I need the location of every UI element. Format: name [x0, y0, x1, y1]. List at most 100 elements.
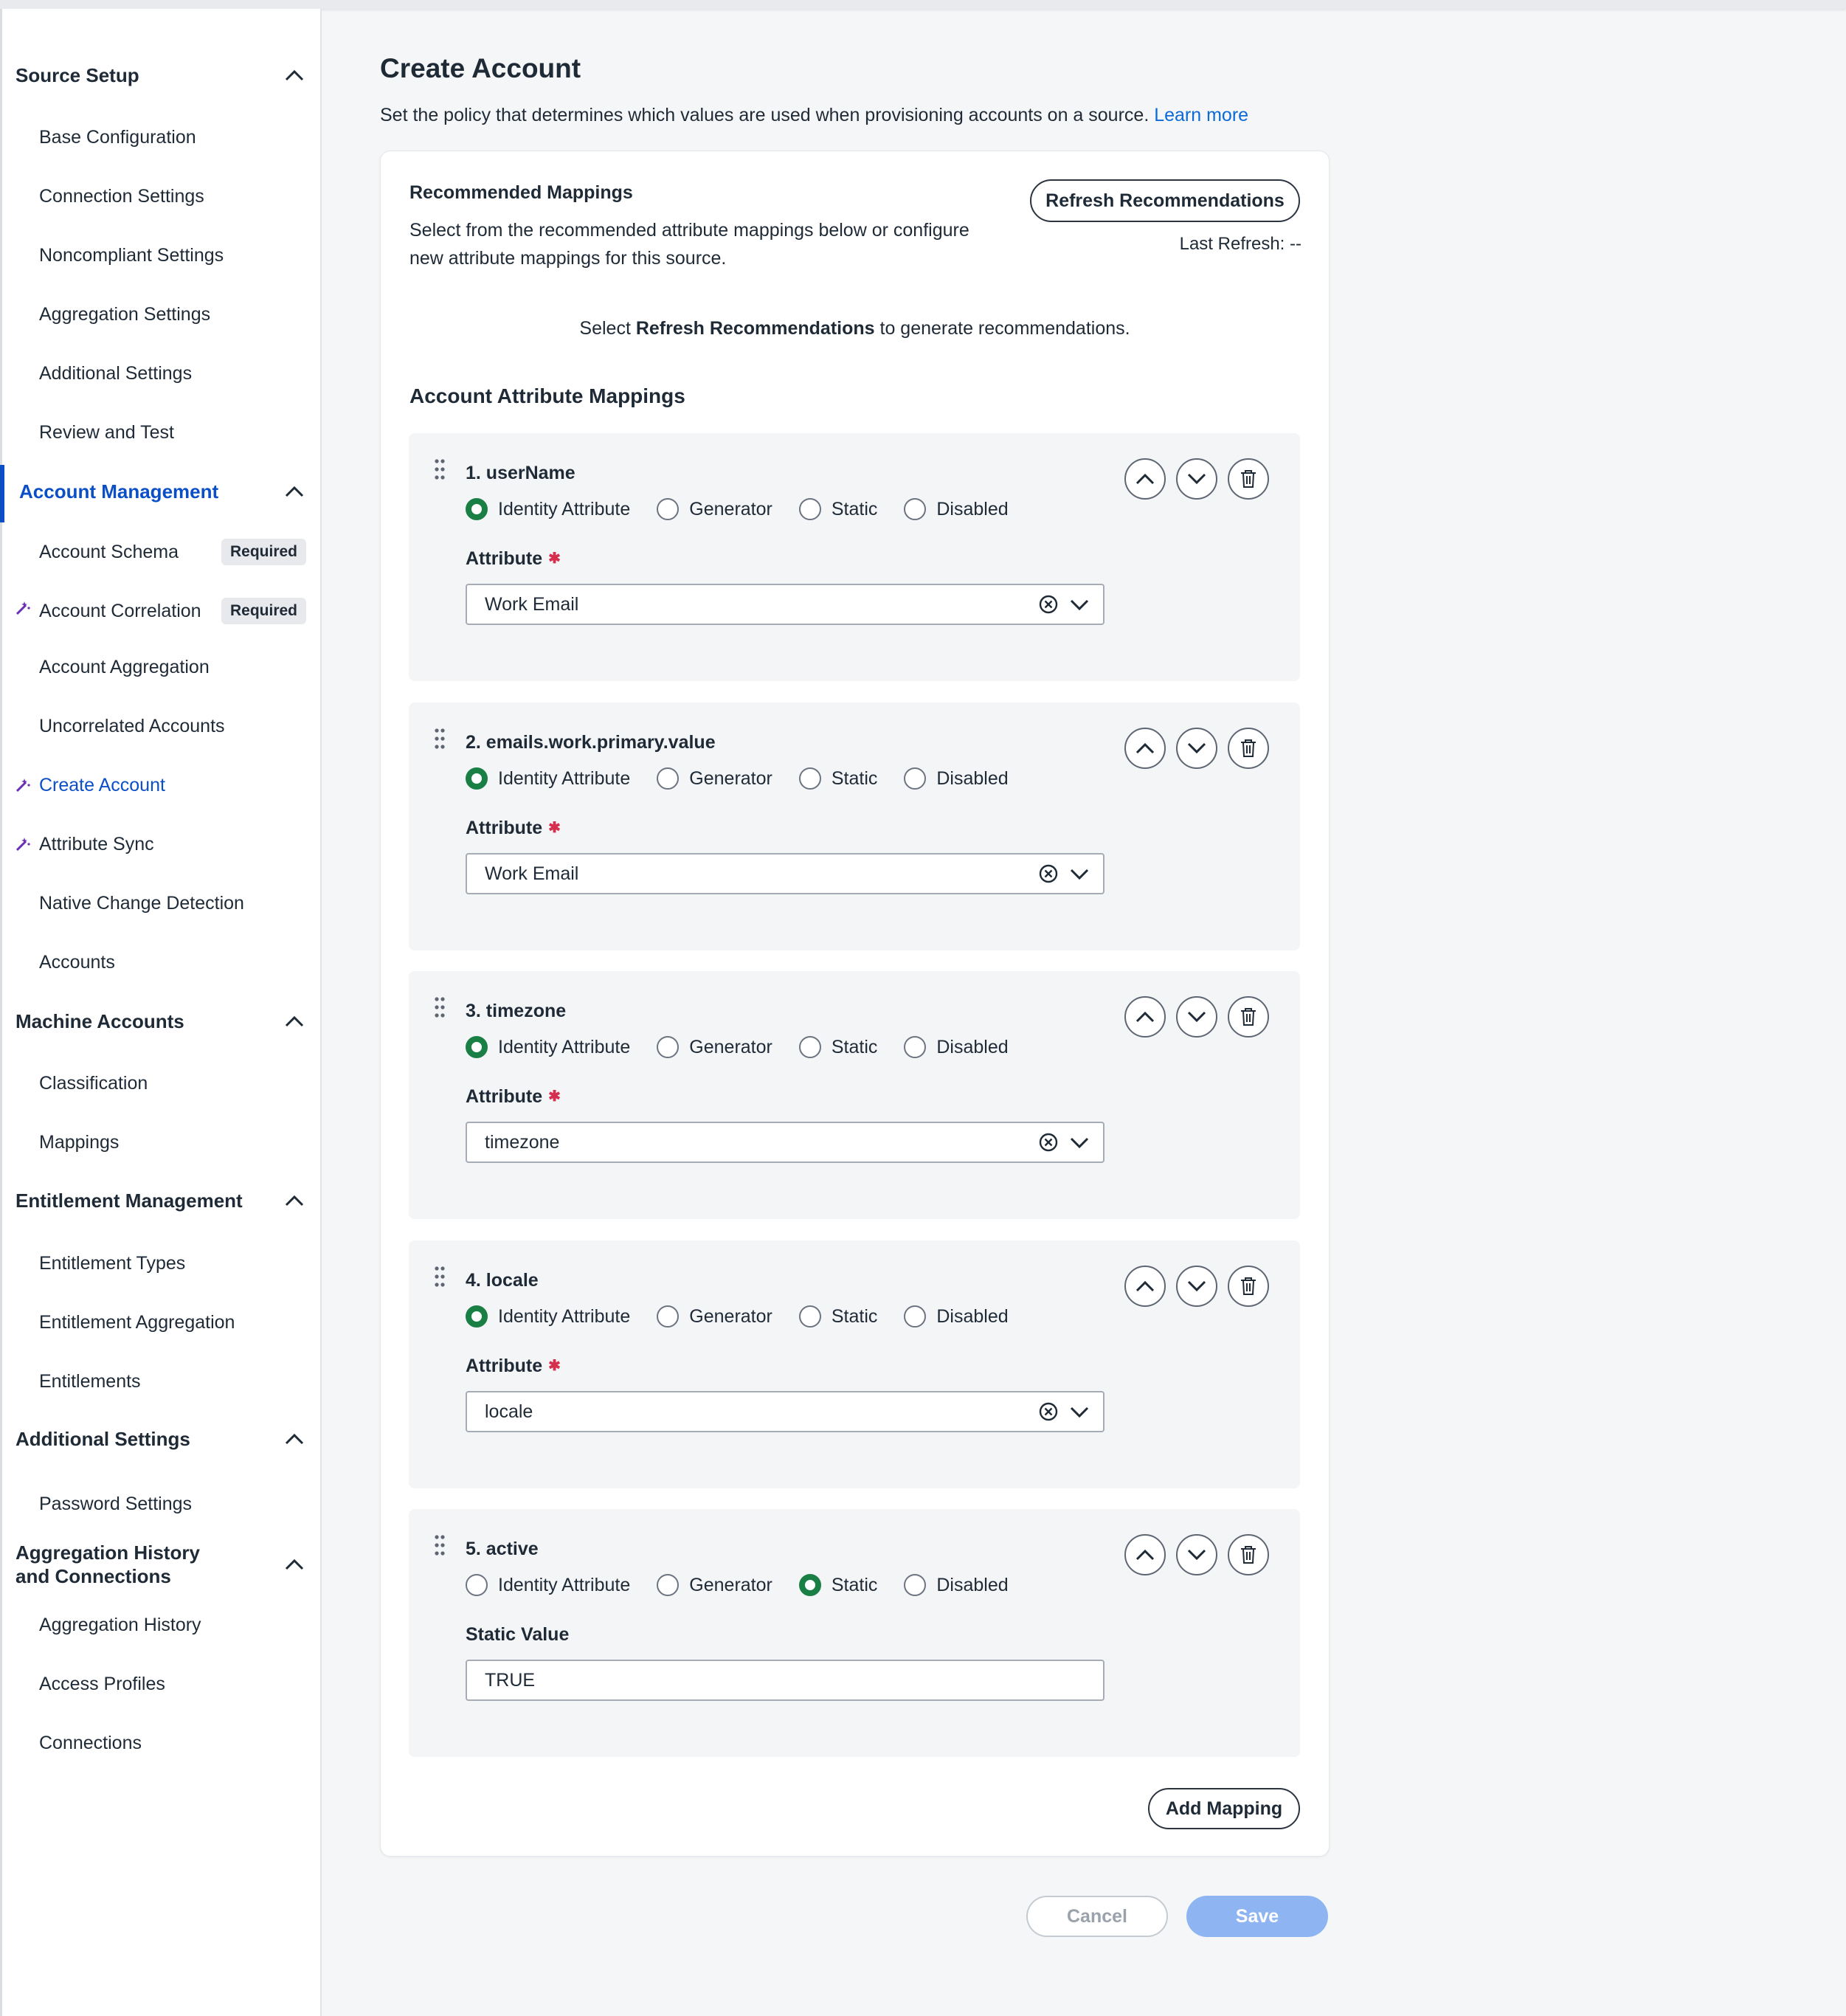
- sidebar-section-aggregation-history[interactable]: Aggregation History and Connections: [15, 1541, 308, 1588]
- chevron-up-icon: [281, 1426, 308, 1452]
- radio-static[interactable]: Static: [798, 1574, 877, 1596]
- attribute-label: Attribute ✱: [466, 548, 561, 569]
- drag-handle-icon[interactable]: [434, 1534, 446, 1556]
- radio-generator[interactable]: Generator: [657, 498, 772, 520]
- chevron-up-icon: [281, 1008, 308, 1035]
- move-down-button[interactable]: [1176, 1266, 1217, 1307]
- cancel-button[interactable]: Cancel: [1026, 1896, 1168, 1937]
- attribute-select[interactable]: locale: [466, 1391, 1105, 1432]
- delete-button[interactable]: [1228, 1266, 1269, 1307]
- mapping-title: 5. active: [466, 1539, 539, 1559]
- trash-icon: [1241, 739, 1256, 757]
- move-down-button[interactable]: [1176, 728, 1217, 769]
- radio-disabled[interactable]: Disabled: [904, 498, 1009, 520]
- sidebar-item-password-settings[interactable]: Password Settings: [39, 1494, 306, 1515]
- sidebar-item-review-and-test[interactable]: Review and Test: [39, 422, 306, 443]
- radio-generator[interactable]: Generator: [657, 1574, 772, 1596]
- sidebar-item-native-change-detection[interactable]: Native Change Detection: [39, 893, 306, 914]
- clear-icon[interactable]: [1038, 863, 1059, 884]
- recommended-mappings-description: Select from the recommended attribute ma…: [409, 220, 969, 269]
- sidebar-item-uncorrelated-accounts[interactable]: Uncorrelated Accounts: [39, 716, 306, 737]
- radio-generator[interactable]: Generator: [657, 1305, 772, 1328]
- refresh-recommendations-button[interactable]: Refresh Recommendations: [1030, 179, 1300, 222]
- attribute-label: Attribute ✱: [466, 1086, 561, 1107]
- move-down-button[interactable]: [1176, 996, 1217, 1038]
- move-up-button[interactable]: [1124, 458, 1166, 500]
- chevron-down-icon[interactable]: [1068, 862, 1091, 886]
- drag-handle-icon[interactable]: [434, 458, 446, 480]
- sidebar-item-entitlements[interactable]: Entitlements: [39, 1371, 306, 1392]
- sidebar-section-entitlement-management[interactable]: Entitlement Management: [15, 1187, 308, 1214]
- move-up-button[interactable]: [1124, 996, 1166, 1038]
- recommendations-hint: Select Refresh Recommendations to genera…: [579, 318, 1130, 339]
- sidebar-item-base-configuration[interactable]: Base Configuration: [39, 127, 306, 148]
- sidebar-item-aggregation-settings[interactable]: Aggregation Settings: [39, 304, 306, 325]
- radio-disabled[interactable]: Disabled: [904, 767, 1009, 790]
- radio-identity-attribute[interactable]: Identity Attribute: [466, 498, 630, 520]
- attribute-select[interactable]: timezone: [466, 1122, 1105, 1163]
- sidebar-item-connection-settings[interactable]: Connection Settings: [39, 186, 306, 207]
- delete-button[interactable]: [1228, 996, 1269, 1038]
- radio-disabled[interactable]: Disabled: [904, 1574, 1009, 1596]
- radio-static[interactable]: Static: [798, 1036, 877, 1058]
- mapping-type-radio-group: Identity Attribute Generator Static Disa…: [466, 1305, 1035, 1328]
- sidebar-item-create-account[interactable]: Create Account: [15, 775, 306, 796]
- move-up-button[interactable]: [1124, 1534, 1166, 1575]
- clear-icon[interactable]: [1038, 594, 1059, 615]
- chevron-down-icon[interactable]: [1068, 1400, 1091, 1423]
- drag-handle-icon[interactable]: [434, 996, 446, 1018]
- learn-more-link[interactable]: Learn more: [1154, 105, 1248, 125]
- sidebar-item-additional-settings[interactable]: Additional Settings: [39, 363, 306, 384]
- sidebar-item-attribute-sync[interactable]: Attribute Sync: [15, 834, 306, 855]
- sidebar-item-mappings[interactable]: Mappings: [39, 1132, 306, 1153]
- sidebar-item-access-profiles[interactable]: Access Profiles: [39, 1674, 306, 1695]
- move-down-button[interactable]: [1176, 458, 1217, 500]
- move-up-button[interactable]: [1124, 1266, 1166, 1307]
- clear-icon[interactable]: [1038, 1132, 1059, 1153]
- radio-identity-attribute[interactable]: Identity Attribute: [466, 1574, 630, 1596]
- radio-identity-attribute[interactable]: Identity Attribute: [466, 1036, 630, 1058]
- drag-handle-icon[interactable]: [434, 728, 446, 750]
- sidebar-item-connections[interactable]: Connections: [39, 1733, 306, 1754]
- move-up-button[interactable]: [1124, 728, 1166, 769]
- drag-handle-icon[interactable]: [434, 1266, 446, 1288]
- attribute-select[interactable]: Work Email: [466, 584, 1105, 625]
- attribute-label: Attribute ✱: [466, 818, 561, 838]
- radio-disabled[interactable]: Disabled: [904, 1036, 1009, 1058]
- radio-generator[interactable]: Generator: [657, 1036, 772, 1058]
- chevron-down-icon[interactable]: [1068, 1130, 1091, 1154]
- sidebar-item-account-aggregation[interactable]: Account Aggregation: [39, 657, 306, 678]
- save-button[interactable]: Save: [1186, 1896, 1328, 1937]
- sidebar-section-additional-settings[interactable]: Additional Settings: [15, 1426, 308, 1452]
- sidebar-section-machine-accounts[interactable]: Machine Accounts: [15, 1008, 308, 1035]
- attribute-select[interactable]: Work Email: [466, 853, 1105, 894]
- radio-generator[interactable]: Generator: [657, 767, 772, 790]
- sidebar-item-account-schema[interactable]: Account Schema Required: [39, 539, 306, 565]
- sidebar-item-accounts[interactable]: Accounts: [39, 952, 306, 973]
- radio-identity-attribute[interactable]: Identity Attribute: [466, 767, 630, 790]
- clear-icon[interactable]: [1038, 1401, 1059, 1422]
- chevron-down-icon[interactable]: [1068, 593, 1091, 616]
- radio-static[interactable]: Static: [798, 498, 877, 520]
- radio-disabled[interactable]: Disabled: [904, 1305, 1009, 1328]
- sidebar-item-account-correlation[interactable]: Account Correlation Required: [15, 598, 306, 624]
- sidebar-section-source-setup[interactable]: Source Setup: [15, 62, 308, 89]
- radio-identity-attribute[interactable]: Identity Attribute: [466, 1305, 630, 1328]
- sidebar-item-entitlement-aggregation[interactable]: Entitlement Aggregation: [39, 1312, 306, 1333]
- delete-button[interactable]: [1228, 458, 1269, 500]
- sidebar-item-classification[interactable]: Classification: [39, 1073, 306, 1094]
- sidebar-section-account-management[interactable]: Account Management: [0, 465, 308, 522]
- static-value-input[interactable]: TRUE: [466, 1660, 1105, 1701]
- sidebar-item-aggregation-history[interactable]: Aggregation History: [39, 1615, 306, 1636]
- move-down-button[interactable]: [1176, 1534, 1217, 1575]
- trash-icon: [1241, 1008, 1256, 1026]
- sidebar-item-noncompliant-settings[interactable]: Noncompliant Settings: [39, 245, 306, 266]
- add-mapping-button[interactable]: Add Mapping: [1148, 1788, 1300, 1829]
- radio-static[interactable]: Static: [798, 1305, 877, 1328]
- trash-icon: [1241, 1546, 1256, 1564]
- delete-button[interactable]: [1228, 728, 1269, 769]
- sidebar-item-entitlement-types[interactable]: Entitlement Types: [39, 1253, 306, 1274]
- delete-button[interactable]: [1228, 1534, 1269, 1575]
- last-refresh-text: Last Refresh: --: [1179, 234, 1301, 254]
- radio-static[interactable]: Static: [798, 767, 877, 790]
